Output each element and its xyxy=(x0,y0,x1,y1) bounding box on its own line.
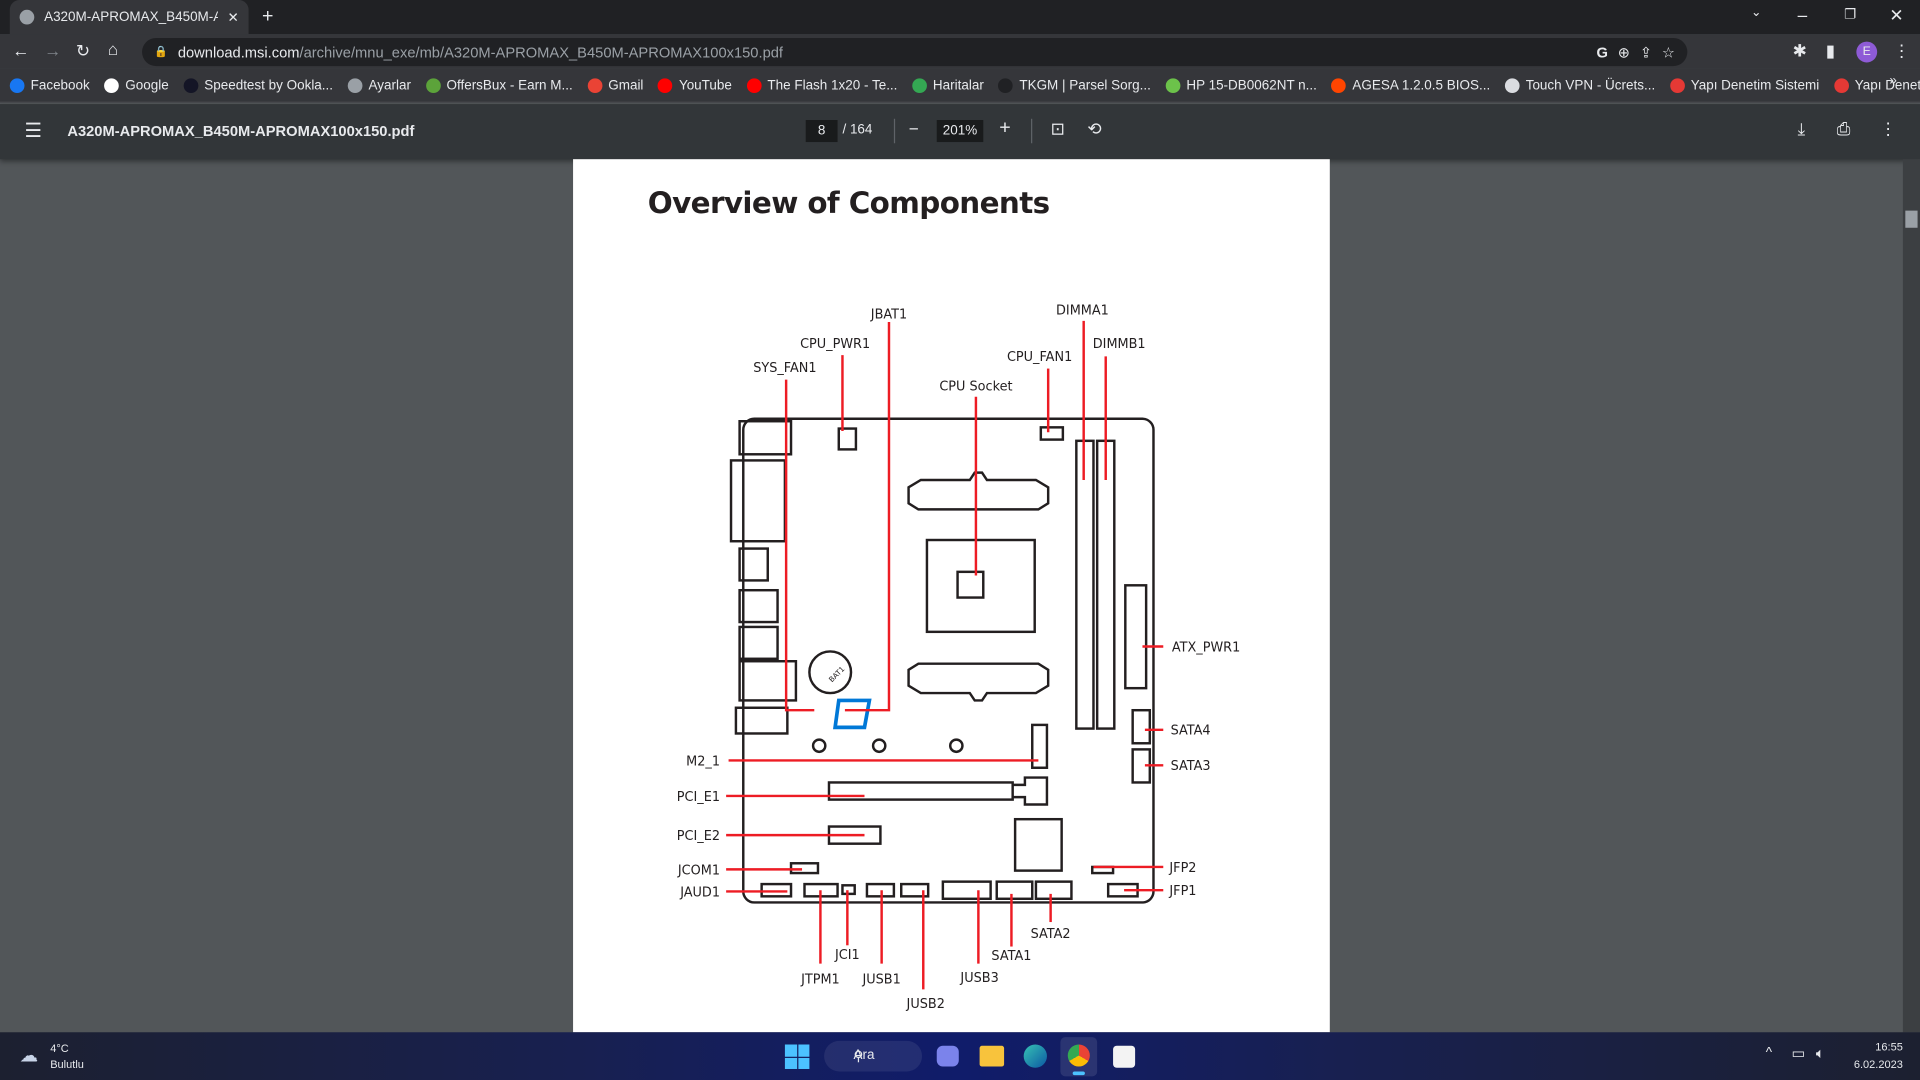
jbat1-highlight xyxy=(833,698,872,730)
label-dimmb1: DIMMB1 xyxy=(1093,337,1146,352)
show-hidden-icons[interactable]: ^ xyxy=(1766,1046,1772,1061)
active-indicator xyxy=(1072,1071,1085,1076)
label-cpu-pwr1: CPU_PWR1 xyxy=(800,337,870,352)
teams-chat-icon[interactable] xyxy=(936,1045,959,1067)
label-jfp1: JFP1 xyxy=(1168,884,1196,899)
label-jci1: JCI1 xyxy=(834,948,860,963)
store-icon[interactable] xyxy=(1113,1045,1136,1068)
taskbar-search[interactable]: Ara xyxy=(824,1040,923,1072)
motherboard-diagram: BAT1 JBAT1 CPU_PWR1 SYS_FAN1 CPU Socket … xyxy=(677,304,1240,1012)
label-pci-e1: PCI_E1 xyxy=(677,790,720,805)
label-jusb2: JUSB2 xyxy=(906,997,945,1012)
board-drawing xyxy=(729,417,1155,904)
clock-time[interactable]: 16:55 xyxy=(1849,1041,1903,1053)
label-jbat1: JBAT1 xyxy=(870,307,907,322)
network-icon[interactable]: ▭ xyxy=(1791,1044,1805,1061)
label-sata2: SATA2 xyxy=(1031,927,1071,942)
edge-icon[interactable] xyxy=(1023,1044,1047,1068)
label-cpu-socket: CPU Socket xyxy=(939,380,1012,395)
label-sata1: SATA1 xyxy=(991,949,1031,964)
label-jusb3: JUSB3 xyxy=(959,971,998,986)
windows-start-icon[interactable] xyxy=(784,1044,810,1069)
chrome-taskbar-button[interactable] xyxy=(1060,1037,1098,1077)
scrollbar-thumb[interactable] xyxy=(1905,210,1918,228)
volume-icon[interactable]: 🔈︎ xyxy=(1816,1044,1825,1062)
label-dimma1: DIMMA1 xyxy=(1056,304,1109,319)
taskbar: ☁ 4°C Bulutlu Ara ⚲ ^ ▭ 🔈︎ 16:55 6.02.20… xyxy=(0,1032,1920,1080)
weather-desc[interactable]: Bulutlu xyxy=(50,1058,84,1070)
bat1-label: BAT1 xyxy=(827,665,847,685)
label-pci-e2: PCI_E2 xyxy=(677,829,720,844)
weather-temp[interactable]: 4°C xyxy=(50,1042,69,1054)
label-jcom1: JCOM1 xyxy=(677,863,720,878)
scrollbar[interactable] xyxy=(1902,159,1920,1033)
file-explorer-icon[interactable] xyxy=(979,1045,1005,1067)
label-cpu-fan1: CPU_FAN1 xyxy=(1007,350,1072,365)
cloud-icon: ☁ xyxy=(19,1045,38,1067)
label-jfp2: JFP2 xyxy=(1168,861,1196,876)
label-sata4: SATA4 xyxy=(1171,724,1211,739)
label-jtpm1: JTPM1 xyxy=(800,972,840,987)
label-jaud1: JAUD1 xyxy=(679,885,720,900)
label-atx-pwr1: ATX_PWR1 xyxy=(1172,640,1240,655)
label-sys-fan1: SYS_FAN1 xyxy=(753,361,816,376)
chrome-icon xyxy=(1067,1044,1090,1067)
clock-date[interactable]: 6.02.2023 xyxy=(1837,1058,1903,1070)
label-jusb1: JUSB1 xyxy=(861,972,900,987)
label-m2-1: M2_1 xyxy=(686,754,720,769)
label-sata3: SATA3 xyxy=(1171,759,1211,774)
search-icon: ⚲ xyxy=(853,1049,864,1065)
